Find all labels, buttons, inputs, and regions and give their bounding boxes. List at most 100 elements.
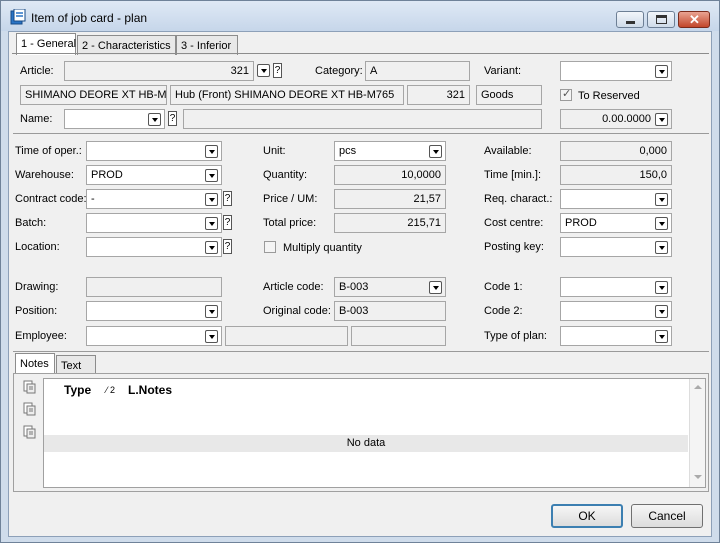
location-help-button[interactable]: ? — [223, 239, 232, 254]
tab-general[interactable]: 1 - General — [16, 33, 76, 55]
time-min-label: Time [min.]: — [484, 169, 542, 181]
variant-select[interactable] — [560, 61, 672, 81]
employee-extra-field[interactable] — [351, 326, 446, 346]
article-code-select[interactable]: B-003 — [334, 277, 446, 297]
req-charact-select[interactable] — [560, 189, 672, 209]
minimize-icon — [626, 21, 635, 24]
article-code-label: Article code: — [263, 281, 324, 293]
available-label: Available: — [484, 145, 532, 157]
chevron-down-icon — [429, 145, 442, 158]
title-bar[interactable]: Item of job card - plan ✕ — [1, 1, 719, 31]
close-button[interactable]: ✕ — [678, 11, 710, 28]
cancel-button[interactable]: Cancel — [631, 504, 703, 528]
chevron-down-icon — [655, 305, 668, 318]
batch-select[interactable] — [86, 213, 222, 233]
original-code-field[interactable]: B-003 — [334, 301, 446, 321]
quantity-field[interactable]: 10,0000 — [334, 165, 446, 185]
chevron-down-icon — [205, 193, 218, 206]
sort-indicator: ⁄ 2 — [106, 385, 116, 395]
position-label: Position: — [15, 305, 58, 317]
available-field[interactable]: 0,000 — [560, 141, 672, 161]
scroll-up-icon[interactable] — [694, 385, 702, 389]
contract-code-select[interactable]: - — [86, 189, 222, 209]
chevron-down-icon — [205, 241, 218, 254]
chevron-down-icon — [655, 241, 668, 254]
section-divider-2 — [13, 351, 709, 352]
name-text-field[interactable] — [183, 109, 542, 129]
chevron-down-icon — [429, 281, 442, 294]
posting-key-select[interactable] — [560, 237, 672, 257]
category-field[interactable]: A — [365, 61, 470, 81]
position-select[interactable] — [86, 301, 222, 321]
tab-text[interactable]: Text — [56, 355, 96, 375]
warehouse-select[interactable]: PROD — [86, 165, 222, 185]
cost-centre-select[interactable]: PROD — [560, 213, 672, 233]
posting-key-label: Posting key: — [484, 241, 544, 253]
multiply-quantity-label: Multiply quantity — [283, 242, 362, 254]
dialog-content: 1 - General 2 - Characteristics 3 - Infe… — [8, 31, 712, 537]
scroll-down-icon[interactable] — [694, 475, 702, 479]
article-dropdown[interactable] — [257, 64, 270, 77]
edit-note-icon[interactable] — [23, 402, 37, 416]
delete-note-icon[interactable] — [23, 425, 37, 439]
total-price-field[interactable]: 215,71 — [334, 213, 446, 233]
chevron-down-icon — [205, 305, 218, 318]
article-type-field[interactable]: Goods — [476, 85, 542, 105]
batch-help-button[interactable]: ? — [223, 215, 232, 230]
original-code-label: Original code: — [263, 305, 331, 317]
column-header-type[interactable]: Type — [64, 383, 91, 397]
vertical-scrollbar[interactable] — [689, 379, 705, 487]
article-code-field[interactable]: SHIMANO DEORE XT HB-M765 — [20, 85, 167, 105]
name-select[interactable] — [64, 109, 165, 129]
add-note-icon[interactable] — [23, 380, 37, 394]
multiply-quantity-checkbox[interactable] — [264, 241, 276, 253]
code1-select[interactable] — [560, 277, 672, 297]
article-name-field[interactable]: Hub (Front) SHIMANO DEORE XT HB-M765 — [170, 85, 404, 105]
maximize-button[interactable] — [647, 11, 675, 28]
code1-label: Code 1: — [484, 281, 523, 293]
total-price-label: Total price: — [263, 217, 317, 229]
employee-label: Employee: — [15, 330, 67, 342]
chevron-down-icon — [205, 145, 218, 158]
article-help-button[interactable]: ? — [273, 63, 282, 78]
tab-characteristics[interactable]: 2 - Characteristics — [77, 35, 176, 55]
price-um-label: Price / UM: — [263, 193, 318, 205]
type-of-plan-label: Type of plan: — [484, 330, 547, 342]
cost-centre-label: Cost centre: — [484, 217, 544, 229]
location-select[interactable] — [86, 237, 222, 257]
tab-inferior[interactable]: 3 - Inferior — [176, 35, 238, 55]
type-of-plan-select[interactable] — [560, 326, 672, 346]
employee-name-field[interactable] — [225, 326, 348, 346]
empty-table-message: No data — [44, 435, 688, 452]
article-number-field[interactable]: 321 — [407, 85, 470, 105]
unit-select[interactable]: pcs — [334, 141, 446, 161]
drawing-field[interactable] — [86, 277, 222, 297]
to-reserved-checkbox[interactable] — [560, 87, 572, 101]
name-label: Name: — [20, 113, 53, 125]
chevron-down-icon — [148, 113, 161, 126]
price-um-field[interactable]: 21,57 — [334, 189, 446, 209]
window-title: Item of job card - plan — [31, 11, 148, 25]
contract-code-help-button[interactable]: ? — [223, 191, 232, 206]
req-charact-label: Req. charact.: — [484, 193, 553, 205]
code2-select[interactable] — [560, 301, 672, 321]
employee-select[interactable] — [86, 326, 222, 346]
column-header-lnotes[interactable]: L.Notes — [128, 383, 172, 397]
time-of-oper-select[interactable] — [86, 141, 222, 161]
chevron-down-icon — [205, 169, 218, 182]
variant-label: Variant: — [484, 65, 522, 77]
name-help-button[interactable]: ? — [168, 111, 177, 126]
notes-table[interactable]: Type ⁄ 2 L.Notes No data — [43, 378, 706, 488]
chevron-down-icon — [655, 330, 668, 343]
minimize-button[interactable] — [616, 11, 644, 28]
time-min-field[interactable]: 150,0 — [560, 165, 672, 185]
to-reserved-label: To Reserved — [578, 90, 640, 102]
chevron-down-icon — [655, 65, 668, 78]
article-field[interactable]: 321 — [64, 61, 254, 81]
ok-button[interactable]: OK — [551, 504, 623, 528]
tab-notes[interactable]: Notes — [15, 353, 55, 375]
close-icon: ✕ — [689, 12, 700, 27]
chevron-down-icon — [655, 281, 668, 294]
location-label: Location: — [15, 241, 60, 253]
name-number-select[interactable]: 0.00.0000 — [560, 109, 672, 129]
